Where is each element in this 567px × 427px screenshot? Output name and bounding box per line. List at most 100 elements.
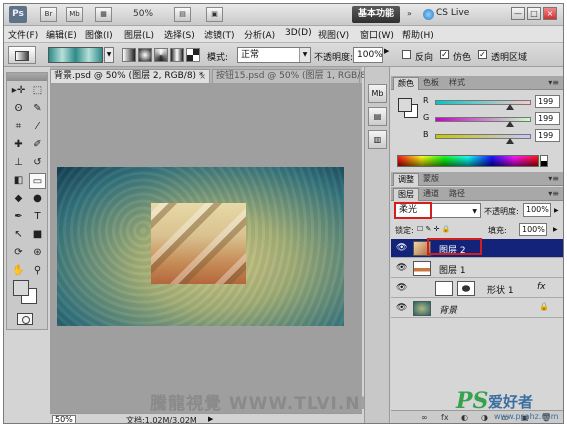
move-tool-icon[interactable]: ▸✛ <box>10 83 27 99</box>
view-extras-icon[interactable]: ▦ <box>95 7 112 22</box>
tab-document-background[interactable]: 背景.psd @ 50% (图层 2, RGB/8) * × <box>50 69 210 83</box>
path-select-tool-icon[interactable]: ↖ <box>10 227 27 243</box>
foreground-color-swatch[interactable] <box>13 280 29 296</box>
layer-row[interactable]: 👁 图层 1 <box>391 259 563 278</box>
3d-orbit-tool-icon[interactable]: ⊛ <box>29 245 46 261</box>
gradient-picker-arrow-icon[interactable]: ▼ <box>104 47 114 63</box>
history-panel-icon[interactable]: ▤ <box>368 107 387 126</box>
panel-menu-icon[interactable]: ▾≡ <box>548 174 559 183</box>
tab-color[interactable]: 颜色 <box>393 77 419 90</box>
slider-track[interactable] <box>435 100 531 105</box>
adjustment-layer-icon[interactable]: ◑ <box>481 413 488 422</box>
minibridge-panel-icon[interactable]: Mb <box>368 84 387 103</box>
hand-tool-icon[interactable]: ✋ <box>10 263 27 279</box>
linear-gradient-button[interactable] <box>122 48 136 62</box>
slider-track[interactable] <box>435 117 531 122</box>
eraser-tool-icon[interactable]: ◧ <box>10 173 27 189</box>
zoom-tool-icon[interactable]: ⚲ <box>29 263 46 279</box>
status-menu-arrow-icon[interactable]: ▶ <box>208 415 213 423</box>
quick-mask-icon[interactable] <box>17 313 33 325</box>
color-spectrum-ramp[interactable] <box>397 155 539 167</box>
layer-row[interactable]: 👁 形状 1 fx <box>391 279 563 298</box>
menu-file[interactable]: 文件(F) <box>8 28 38 41</box>
lasso-tool-icon[interactable]: ʘ <box>10 101 27 117</box>
actions-panel-icon[interactable]: ▥ <box>368 130 387 149</box>
blur-tool-icon[interactable]: ◆ <box>10 191 27 207</box>
screen-mode-icon[interactable]: ▣ <box>206 7 223 22</box>
type-tool-icon[interactable]: T <box>29 209 46 225</box>
layer-effects-icon[interactable]: fx <box>537 282 546 292</box>
zoom-level-dropdown[interactable]: 50% <box>133 9 153 19</box>
workspace-button[interactable]: 基本功能 <box>352 6 400 23</box>
slider-track[interactable] <box>435 134 531 139</box>
opacity-input[interactable]: 100% <box>353 47 383 63</box>
menu-edit[interactable]: 编辑(E) <box>46 28 77 41</box>
3d-rotate-tool-icon[interactable]: ⟳ <box>10 245 27 261</box>
panel-menu-icon[interactable]: ▾≡ <box>548 189 559 198</box>
slider-thumb[interactable] <box>505 104 514 110</box>
eyedropper-tool-icon[interactable]: ⁄ <box>29 119 46 135</box>
canvas-image[interactable] <box>57 167 344 326</box>
link-layers-icon[interactable]: ∞ <box>421 413 428 422</box>
history-brush-tool-icon[interactable]: ↺ <box>29 155 46 171</box>
radial-gradient-button[interactable] <box>138 48 152 62</box>
shape-tool-icon[interactable]: ■ <box>29 227 46 243</box>
menu-filter[interactable]: 滤镜(T) <box>204 28 235 41</box>
workspace-arrow-icon[interactable]: » <box>407 9 412 18</box>
opacity-arrow-icon[interactable]: ▶ <box>554 207 559 214</box>
arrange-icon[interactable]: ▤ <box>174 7 191 22</box>
tab-masks[interactable]: 蒙版 <box>419 173 443 186</box>
tab-swatches[interactable]: 色板 <box>419 77 443 90</box>
slider-r[interactable]: R 199 <box>423 95 561 111</box>
zoom-input[interactable]: 50% <box>52 415 76 423</box>
slider-thumb[interactable] <box>505 121 514 127</box>
color-panel-foreground-swatch[interactable] <box>398 98 412 112</box>
pen-tool-icon[interactable]: ✒ <box>10 209 27 225</box>
minimize-button[interactable]: — <box>511 7 525 20</box>
visibility-eye-icon[interactable]: 👁 <box>396 243 407 253</box>
close-icon[interactable]: × <box>199 70 206 83</box>
transparency-checkbox[interactable]: ✓ <box>478 50 487 59</box>
canvas-pasteboard[interactable]: 騰龍視覺 WWW.TLVI.NET <box>50 83 385 414</box>
fill-arrow-icon[interactable]: ▶ <box>553 226 558 233</box>
layer-opacity-input[interactable]: 100% <box>523 203 551 217</box>
close-button[interactable]: × <box>543 7 557 20</box>
tab-adjustments[interactable]: 调整 <box>393 173 419 186</box>
visibility-eye-icon[interactable]: 👁 <box>396 303 407 313</box>
menu-image[interactable]: 图像(I) <box>85 28 113 41</box>
tab-styles[interactable]: 样式 <box>445 77 469 90</box>
tab-channels[interactable]: 通道 <box>419 188 443 201</box>
tab-paths[interactable]: 路径 <box>445 188 469 201</box>
minibridge-icon[interactable]: Mb <box>66 7 83 22</box>
menu-analysis[interactable]: 分析(A) <box>244 28 275 41</box>
brush-tool-icon[interactable]: ✐ <box>29 137 46 153</box>
gradient-tool-icon[interactable]: ▭ <box>29 173 46 189</box>
marquee-tool-icon[interactable]: ⬚ <box>29 83 46 99</box>
visibility-eye-icon[interactable]: 👁 <box>396 263 407 273</box>
panel-menu-icon[interactable]: ▾≡ <box>548 78 559 87</box>
menu-layer[interactable]: 图层(L) <box>124 28 154 41</box>
menu-3d[interactable]: 3D(D) <box>285 28 312 38</box>
slider-g[interactable]: G 199 <box>423 112 561 128</box>
tab-document-button15[interactable]: 按钮15.psd @ 50% (图层 1, RGB/8) <box>212 69 370 83</box>
slider-thumb[interactable] <box>505 138 514 144</box>
tools-panel-header[interactable] <box>7 73 47 81</box>
layer-style-icon[interactable]: fx <box>441 413 449 422</box>
slider-value-input[interactable]: 199 <box>535 95 560 108</box>
dodge-tool-icon[interactable]: ● <box>29 191 46 207</box>
slider-value-input[interactable]: 199 <box>535 112 560 125</box>
menu-help[interactable]: 帮助(H) <box>402 28 434 41</box>
menu-window[interactable]: 窗口(W) <box>360 28 394 41</box>
crop-tool-icon[interactable]: ⌗ <box>10 119 27 135</box>
gradient-editor-swatch[interactable] <box>48 47 103 63</box>
slider-b[interactable]: B 199 <box>423 129 561 145</box>
healing-brush-tool-icon[interactable]: ✚ <box>10 137 27 153</box>
bridge-icon[interactable]: Br <box>40 7 57 22</box>
fill-input[interactable]: 100% <box>519 223 547 236</box>
menu-select[interactable]: 选择(S) <box>164 28 195 41</box>
diamond-gradient-button[interactable] <box>186 48 200 62</box>
dither-checkbox[interactable]: ✓ <box>440 50 449 59</box>
layer-row[interactable]: 👁 背景 🔒 <box>391 299 563 318</box>
layer-mask-icon[interactable]: ◐ <box>461 413 468 422</box>
tool-preset-picker[interactable] <box>8 46 36 64</box>
